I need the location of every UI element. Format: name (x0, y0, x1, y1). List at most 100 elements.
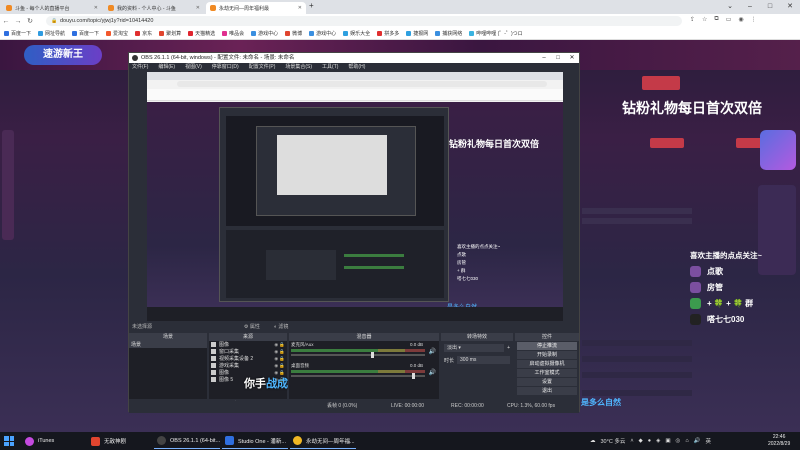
weather-icon[interactable]: ☁ (590, 438, 596, 444)
volume-slider-knob[interactable] (371, 352, 375, 358)
volume-slider[interactable] (291, 373, 425, 379)
menu-scene-collection[interactable]: 场景集合(S) (285, 63, 312, 72)
ime-indicator[interactable]: 英 (706, 437, 712, 445)
browser-tab[interactable]: 斗鱼 - 每个人的直播平台 ✕ (2, 2, 102, 14)
bookmark-item[interactable]: 聚划算 (159, 30, 181, 37)
new-tab-button[interactable]: + (309, 1, 314, 10)
menu-help[interactable]: 帮助(H) (348, 63, 365, 72)
bookmark-item[interactable]: 拼多多 (377, 30, 399, 37)
bookmark-item[interactable]: 捷报网 (406, 30, 428, 37)
extensions-icon[interactable]: ⧉ (714, 16, 718, 23)
stop-streaming-button[interactable]: 停止推流 (517, 342, 577, 350)
menu-profile[interactable]: 配置文件(P) (249, 63, 276, 72)
bookmark-item[interactable]: 哔哩哔哩 (゜-゜)つロ (469, 30, 523, 37)
minimize-button[interactable]: – (740, 0, 760, 14)
source-item[interactable]: 图像 ◉ 🔒 (209, 341, 287, 348)
close-tab-icon[interactable]: ✕ (94, 5, 98, 11)
tray-expand-icon[interactable]: ˄ (630, 438, 633, 444)
browser-tab[interactable]: 我的资料 - 个人中心 - 斗鱼 ✕ (104, 2, 204, 14)
bookmark-item[interactable]: 游戏中心 (251, 30, 278, 37)
menu-icon[interactable]: ⋮ (751, 16, 757, 23)
bookmark-item[interactable]: 唯品会 (222, 30, 244, 37)
gift-badge-icon[interactable] (760, 130, 796, 170)
studio-mode-button[interactable]: 工作室模式 (517, 369, 577, 377)
close-tab-icon[interactable]: ✕ (196, 5, 200, 11)
add-icon[interactable]: + (507, 345, 510, 351)
mixer-channel: 麦克风/Aux 0.0 dB 🔊 (289, 341, 439, 358)
preview-canvas-nested (226, 116, 444, 226)
menu-tools[interactable]: 工具(T) (322, 63, 338, 72)
system-clock[interactable]: 22:46 2022/8/29 (768, 434, 790, 448)
taskbar-app-obs[interactable]: OBS 26.1.1 (64-bit... (154, 433, 220, 449)
obs-preview-canvas[interactable]: 钻粉礼物每日首次双倍 喜欢主播的点点关注~ 点歌 房管 + 群 嗒七七030 是… (147, 72, 563, 321)
taskbar-app-studio-one[interactable]: Studio One - 潘新... (222, 433, 288, 449)
bookmark-item[interactable]: 微博 (285, 30, 302, 37)
menu-file[interactable]: 文件(F) (132, 63, 148, 72)
scene-item[interactable]: 场景 (129, 341, 207, 348)
bookmark-item[interactable]: 京东 (135, 30, 152, 37)
tray-app-icon[interactable]: ◎ (676, 438, 681, 444)
speaker-icon[interactable]: 🔊 (429, 348, 436, 355)
bookmark-item[interactable]: 游戏中心 (309, 30, 336, 37)
close-window-button[interactable]: ✕ (780, 0, 800, 14)
url-input[interactable]: 🔒 douyu.com/topic/yjwj1y?rid=10414420 (46, 16, 682, 26)
network-icon[interactable]: ⌂ (685, 438, 688, 444)
tray-app-icon[interactable]: ◆ (639, 438, 643, 444)
forward-icon[interactable]: → (12, 18, 24, 25)
obs-maximize-button[interactable]: □ (551, 53, 565, 63)
obs-close-button[interactable]: ✕ (565, 53, 579, 63)
maximize-button[interactable]: □ (760, 0, 780, 14)
tray-app-icon[interactable]: ▣ (665, 438, 670, 444)
page-tag[interactable] (642, 76, 680, 90)
visibility-lock-icon[interactable]: ◉ 🔒 (274, 363, 287, 369)
tray-app-icon[interactable]: ◈ (656, 438, 660, 444)
source-item[interactable]: 视频采集设备 2 ◉ 🔒 (209, 355, 287, 362)
exit-button[interactable]: 退出 (517, 387, 577, 395)
channel-db: 0.0 dB (409, 342, 423, 347)
back-icon[interactable]: ← (0, 18, 12, 25)
transition-select[interactable]: 淡出 ▾ (444, 344, 505, 352)
split-view-icon[interactable]: ▭ (726, 16, 732, 23)
volume-slider[interactable] (291, 352, 425, 358)
tab-title: 斗鱼 - 每个人的直播平台 (15, 5, 70, 12)
obs-minimize-button[interactable]: – (537, 53, 551, 63)
bookmark-item[interactable]: 网址导航 (38, 30, 65, 37)
duration-input[interactable]: 300 ms (457, 356, 510, 364)
menu-docks[interactable]: 停靠窗口(D) (212, 63, 239, 72)
speaker-icon[interactable]: 🔊 (429, 369, 436, 376)
visibility-lock-icon[interactable]: ◉ 🔒 (274, 356, 287, 362)
settings-button[interactable]: 设置 (517, 378, 577, 386)
bookmark-item[interactable]: 捕获网络 (435, 30, 462, 37)
windows-start-icon[interactable] (4, 436, 14, 446)
bookmark-item[interactable]: 爱淘宝 (106, 30, 128, 37)
start-virtual-camera-button[interactable]: 启动虚拟摄像机 (517, 360, 577, 368)
tray-app-icon[interactable]: ● (648, 438, 651, 444)
filters-button[interactable]: ◐ 滤镜 (274, 323, 288, 332)
properties-button[interactable]: ⚙ 属性 (244, 323, 260, 332)
douyu-logo[interactable]: 速游新王 (24, 45, 102, 65)
bookmark-item[interactable]: 百度一下 (72, 30, 99, 37)
bookmark-item[interactable]: 娱乐大全 (343, 30, 370, 37)
volume-slider-knob[interactable] (411, 373, 415, 379)
start-recording-button[interactable]: 开始录制 (517, 351, 577, 359)
bookmark-star-icon[interactable]: ☆ (702, 16, 707, 23)
browser-tab-active[interactable]: 永劫无间—周年福利最 ✕ (206, 2, 306, 14)
source-item[interactable]: 窗口采集 ◉ 🔒 (209, 348, 287, 355)
taskbar-app-wudi[interactable]: 无敌神剧 (88, 433, 152, 449)
source-item[interactable]: 游戏采集 ◉ 🔒 (209, 362, 287, 369)
visibility-lock-icon[interactable]: ◉ 🔒 (274, 349, 287, 355)
close-tab-icon[interactable]: ✕ (298, 5, 302, 11)
menu-view[interactable]: 视图(V) (185, 63, 202, 72)
page-tag[interactable] (650, 138, 684, 148)
visibility-lock-icon[interactable]: ◉ 🔒 (274, 342, 287, 348)
share-icon[interactable]: ⇪ (690, 16, 695, 23)
volume-icon[interactable]: 🔊 (694, 438, 701, 444)
bookmark-item[interactable]: 百度一下 (4, 30, 31, 37)
menu-edit[interactable]: 编辑(E) (158, 63, 175, 72)
taskbar-app-chrome[interactable]: 永劫无间—周年福... (290, 433, 356, 449)
profile-icon[interactable]: ◉ (738, 16, 743, 23)
taskbar-app-itunes[interactable]: iTunes (22, 433, 86, 449)
bookmark-item[interactable]: 天猫精选 (188, 30, 215, 37)
reload-icon[interactable]: ↻ (24, 17, 36, 25)
tab-search-icon[interactable]: ⌄ (720, 0, 740, 14)
